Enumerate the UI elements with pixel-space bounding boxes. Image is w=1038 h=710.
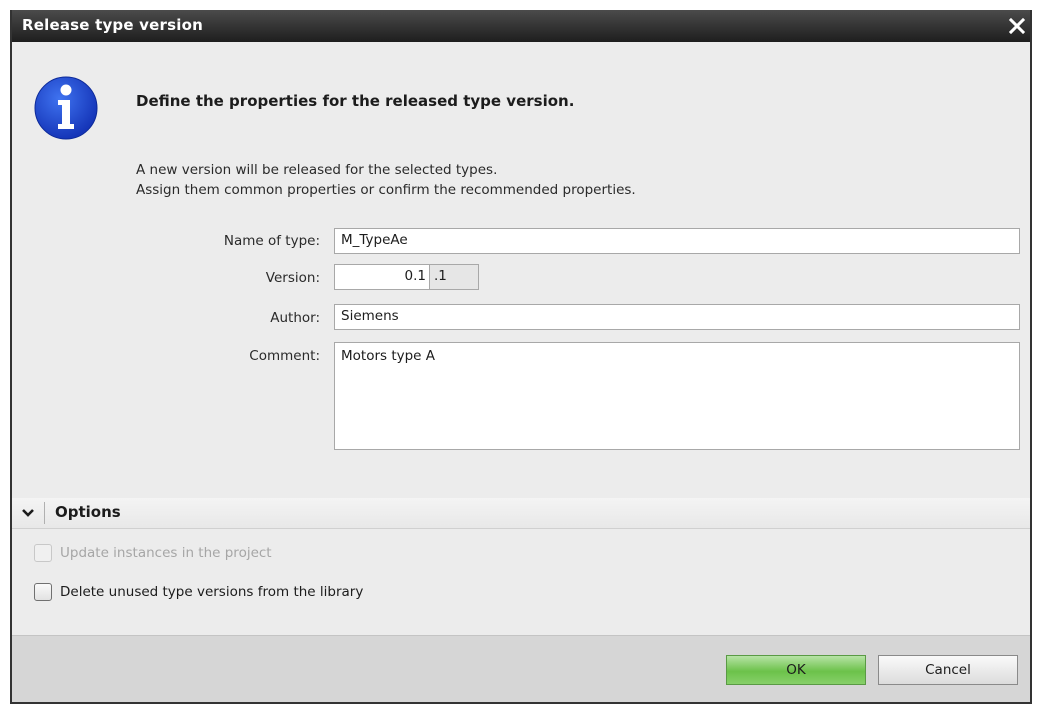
version-major-input[interactable]: 0.1	[334, 264, 430, 290]
description-line-2: Assign them common properties or confirm…	[136, 182, 636, 198]
dialog-description: A new version will be released for the s…	[136, 160, 636, 200]
author-label: Author:	[270, 310, 320, 326]
close-icon	[1009, 18, 1025, 34]
name-of-type-input[interactable]: M_TypeAe	[334, 228, 1020, 254]
update-instances-label: Update instances in the project	[60, 545, 272, 561]
options-section-header[interactable]: Options	[12, 498, 1030, 529]
close-button[interactable]	[1004, 10, 1030, 42]
options-title: Options	[55, 503, 121, 521]
update-instances-checkbox[interactable]	[34, 544, 52, 562]
options-divider	[44, 502, 45, 524]
delete-unused-option[interactable]: Delete unused type versions from the lib…	[34, 583, 363, 601]
dialog-footer: OK Cancel	[12, 635, 1030, 702]
info-icon	[34, 76, 98, 140]
cancel-button[interactable]: Cancel	[878, 655, 1018, 685]
comment-textarea[interactable]: Motors type A	[334, 342, 1020, 450]
release-type-version-dialog: Release type version Define the properti…	[10, 10, 1032, 704]
version-minor-field: .1	[429, 264, 479, 290]
dialog-headline: Define the properties for the released t…	[136, 92, 575, 110]
author-input[interactable]: Siemens	[334, 304, 1020, 330]
delete-unused-checkbox[interactable]	[34, 583, 52, 601]
dialog-title: Release type version	[22, 16, 203, 34]
name-of-type-label: Name of type:	[223, 233, 320, 249]
comment-label: Comment:	[249, 348, 320, 364]
chevron-down-icon[interactable]	[20, 505, 36, 521]
delete-unused-label: Delete unused type versions from the lib…	[60, 584, 364, 600]
dialog-titlebar: Release type version	[12, 10, 1030, 42]
update-instances-option: Update instances in the project	[34, 544, 272, 562]
version-label: Version:	[265, 270, 320, 286]
description-line-1: A new version will be released for the s…	[136, 162, 498, 178]
ok-button[interactable]: OK	[726, 655, 866, 685]
